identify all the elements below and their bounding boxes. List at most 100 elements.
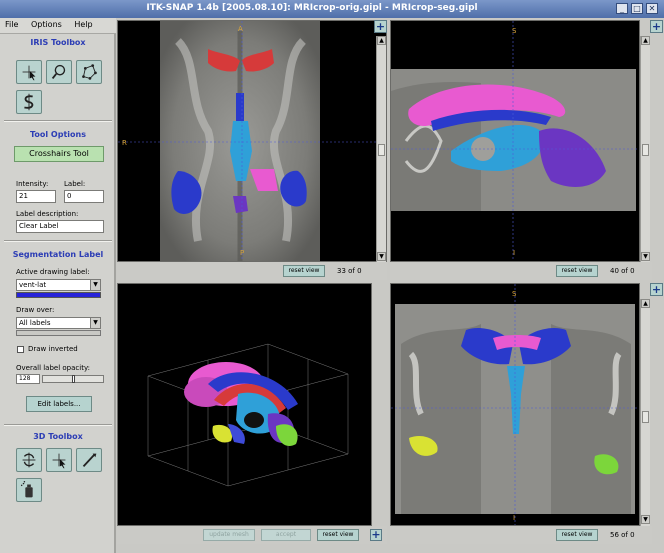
crosshairs-icon bbox=[22, 65, 36, 81]
rotate-3d-tool-button[interactable] bbox=[16, 448, 42, 472]
sagittal-reset-view-button[interactable]: reset view bbox=[556, 265, 598, 277]
chevron-down-icon: ▼ bbox=[90, 318, 100, 328]
sidebar: IRIS Toolbox Tool Options Crosshairs Too… bbox=[0, 34, 116, 553]
draw-over-dropdown[interactable]: All labels ▼ bbox=[16, 317, 101, 329]
crosshairs-3d-tool-button[interactable] bbox=[46, 448, 72, 472]
tool-options-title: Tool Options bbox=[30, 130, 86, 139]
3d-footer: update mesh accept reset view + bbox=[117, 526, 387, 544]
sagittal-slice-image bbox=[391, 21, 639, 261]
draw-over-label: Draw over: bbox=[16, 306, 55, 314]
spraypaint-icon bbox=[20, 481, 33, 498]
scroll-thumb[interactable] bbox=[642, 411, 649, 423]
title-bar: ITK-SNAP 1.4b [2005.08.10]: MRIcrop-orig… bbox=[0, 0, 664, 18]
menu-file[interactable]: File bbox=[0, 18, 23, 31]
label-field[interactable]: 0 bbox=[64, 190, 104, 203]
coronal-orientation-top: S bbox=[512, 290, 517, 298]
intensity-field[interactable]: 21 bbox=[16, 190, 56, 203]
scroll-down-icon[interactable]: ▼ bbox=[641, 252, 650, 261]
scroll-up-icon[interactable]: ▲ bbox=[641, 36, 650, 45]
axial-slice-info: 33 of 0 bbox=[337, 267, 362, 275]
axial-orientation-left: R bbox=[122, 139, 127, 147]
sagittal-orientation-top: S bbox=[512, 27, 517, 35]
divider bbox=[4, 424, 112, 426]
axial-expand-button[interactable]: + bbox=[374, 20, 387, 33]
iris-toolbox-title: IRIS Toolbox bbox=[30, 38, 86, 47]
accept-button[interactable]: accept bbox=[261, 529, 311, 541]
sagittal-slice-info: 40 of 0 bbox=[610, 267, 635, 275]
zoom-tool-button[interactable] bbox=[46, 60, 72, 84]
coronal-orientation-bottom: I bbox=[513, 514, 516, 522]
sagittal-orientation-bottom: I bbox=[513, 249, 516, 257]
current-tool-indicator: Crosshairs Tool bbox=[14, 146, 104, 162]
coronal-expand-button[interactable]: + bbox=[650, 283, 663, 296]
divider bbox=[4, 240, 112, 242]
coronal-slice-image bbox=[391, 284, 639, 525]
close-button[interactable]: ✕ bbox=[646, 3, 658, 14]
menu-options[interactable]: Options bbox=[26, 18, 67, 31]
scroll-thumb[interactable] bbox=[378, 144, 385, 156]
active-label-value: vent-lat bbox=[19, 281, 47, 289]
axial-view[interactable]: A P R L bbox=[117, 20, 387, 262]
opacity-value-field[interactable]: 128 bbox=[16, 374, 40, 384]
draw-over-color-swatch bbox=[16, 330, 101, 336]
3d-view[interactable] bbox=[117, 283, 372, 526]
sagittal-expand-button[interactable]: + bbox=[650, 20, 663, 33]
crosshairs-tool-button[interactable] bbox=[16, 60, 42, 84]
edit-labels-button[interactable]: Edit labels... bbox=[26, 396, 92, 412]
divider bbox=[4, 120, 112, 122]
axial-reset-view-button[interactable]: reset view bbox=[283, 265, 325, 277]
scroll-up-icon[interactable]: ▲ bbox=[377, 36, 386, 45]
snake-icon bbox=[24, 93, 34, 111]
chevron-down-icon: ▼ bbox=[90, 280, 100, 290]
scroll-down-icon[interactable]: ▼ bbox=[377, 252, 386, 261]
draw-inverted-label: Draw inverted bbox=[28, 345, 78, 353]
3d-render-image bbox=[147, 343, 349, 487]
window-title: ITK-SNAP 1.4b [2005.08.10]: MRIcrop-orig… bbox=[146, 3, 478, 13]
active-drawing-label: Active drawing label: bbox=[16, 268, 90, 276]
crosshairs-icon bbox=[52, 453, 66, 469]
spraypaint-tool-button[interactable] bbox=[16, 478, 42, 502]
scroll-up-icon[interactable]: ▲ bbox=[641, 299, 650, 308]
opacity-label: Overall label opacity: bbox=[16, 364, 90, 372]
snake-tool-button[interactable] bbox=[16, 90, 42, 114]
axial-orientation-bottom: P bbox=[240, 249, 245, 257]
draw-inverted-checkbox[interactable] bbox=[17, 346, 24, 353]
coronal-footer: reset view 56 of 0 bbox=[390, 526, 652, 544]
label-description-field[interactable]: Clear Label bbox=[16, 220, 104, 233]
active-label-dropdown[interactable]: vent-lat ▼ bbox=[16, 279, 101, 291]
update-mesh-button[interactable]: update mesh bbox=[203, 529, 255, 541]
axial-footer: reset view 33 of 0 bbox=[117, 262, 387, 280]
minimize-button[interactable]: _ bbox=[616, 3, 628, 14]
menu-bar: File Options Help bbox=[0, 18, 116, 34]
intensity-label: Intensity: bbox=[16, 180, 49, 188]
active-label-color-swatch bbox=[16, 292, 101, 298]
label-label: Label: bbox=[64, 180, 86, 188]
opacity-slider[interactable] bbox=[42, 375, 104, 383]
coronal-scrollbar[interactable]: ▲ ▼ bbox=[640, 299, 650, 526]
axial-scrollbar-visible[interactable]: ▲ ▼ bbox=[376, 36, 386, 262]
3d-reset-view-button[interactable]: reset view bbox=[317, 529, 359, 541]
zoom-icon bbox=[51, 64, 66, 79]
scalpel-tool-button[interactable] bbox=[76, 448, 102, 472]
coronal-view[interactable]: S I bbox=[390, 283, 640, 526]
scroll-down-icon[interactable]: ▼ bbox=[641, 515, 650, 524]
opacity-slider-handle[interactable] bbox=[72, 375, 75, 383]
menu-help[interactable]: Help bbox=[69, 18, 97, 31]
draw-over-value: All labels bbox=[19, 319, 51, 327]
axial-slice-image bbox=[118, 21, 386, 261]
maximize-button[interactable]: □ bbox=[631, 3, 643, 14]
sagittal-footer: reset view 40 of 0 bbox=[390, 262, 652, 280]
polygon-tool-button[interactable] bbox=[76, 60, 102, 84]
coronal-slice-info: 56 of 0 bbox=[610, 531, 635, 539]
sagittal-view[interactable]: S I bbox=[390, 20, 640, 262]
polygon-icon bbox=[82, 64, 97, 80]
segmentation-label-title: Segmentation Label bbox=[12, 250, 104, 259]
scroll-thumb[interactable] bbox=[642, 144, 649, 156]
label-description-label: Label description: bbox=[16, 210, 79, 218]
coronal-reset-view-button[interactable]: reset view bbox=[556, 529, 598, 541]
3d-expand-button[interactable]: + bbox=[370, 529, 382, 541]
3d-toolbox-title: 3D Toolbox bbox=[33, 432, 83, 441]
rotate-icon bbox=[22, 452, 36, 468]
axial-orientation-top: A bbox=[238, 25, 243, 33]
sagittal-scrollbar[interactable]: ▲ ▼ bbox=[640, 36, 650, 262]
